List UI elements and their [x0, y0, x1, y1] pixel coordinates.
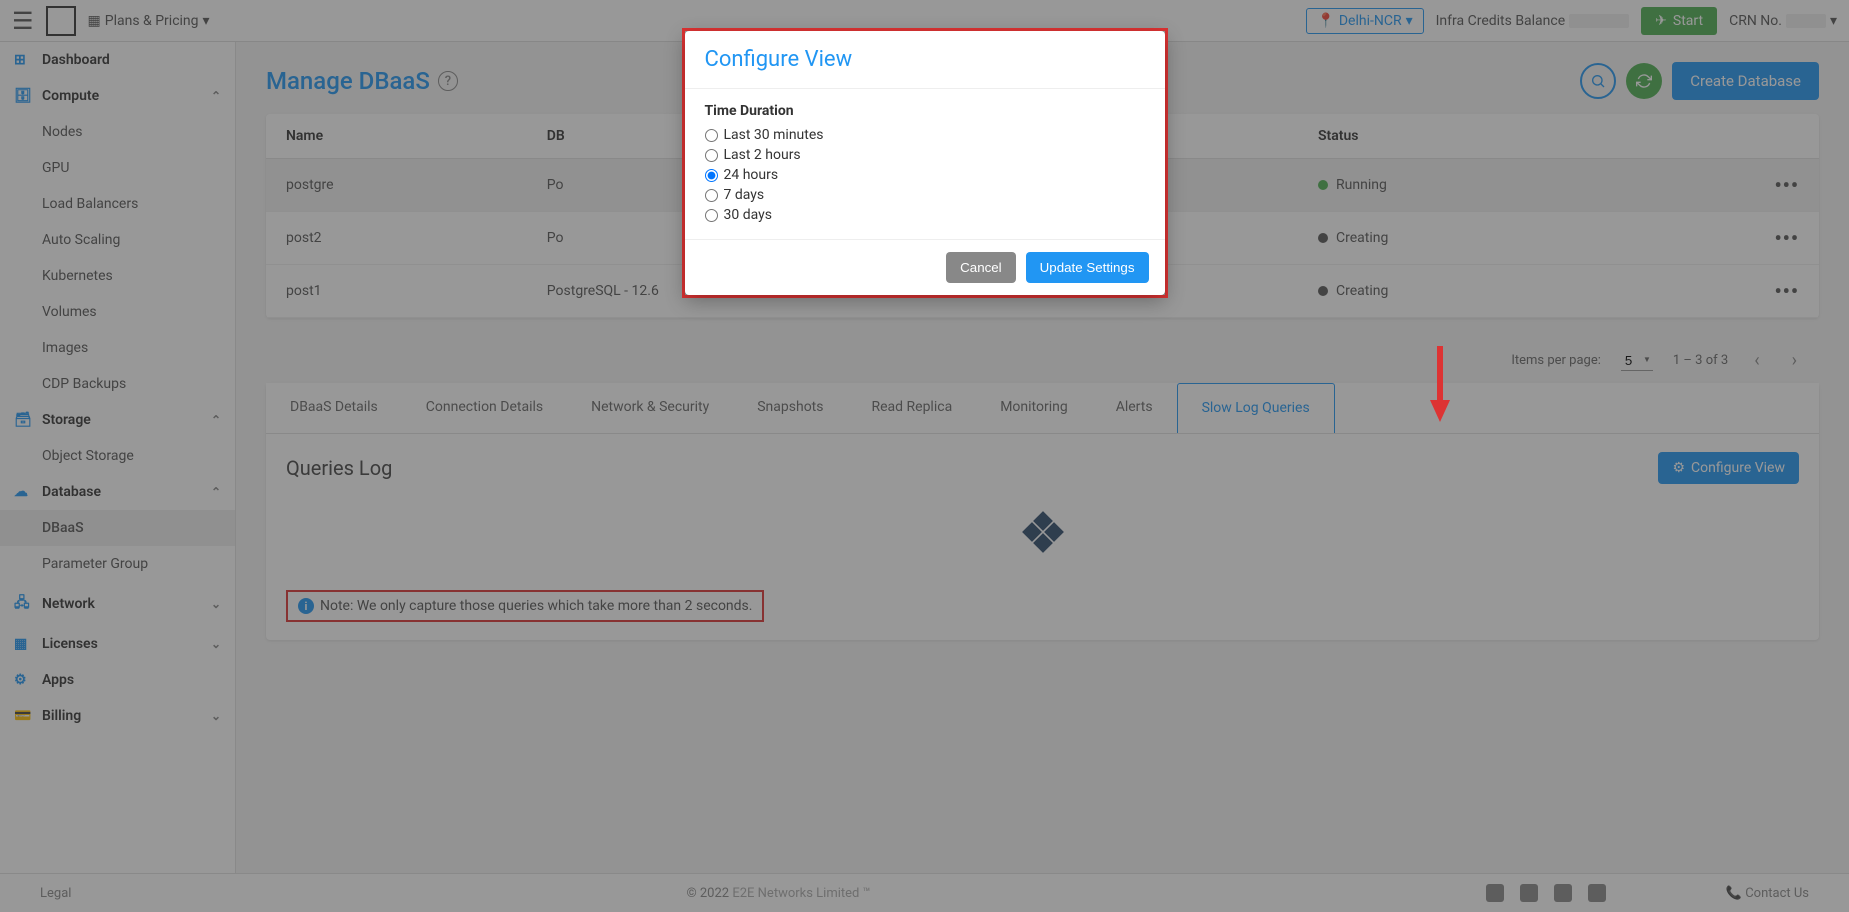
- radio-option-24hours[interactable]: 24 hours: [705, 165, 1145, 185]
- time-duration-label: Time Duration: [705, 103, 1145, 119]
- update-settings-button[interactable]: Update Settings: [1026, 252, 1149, 283]
- radio-option-7days[interactable]: 7 days: [705, 185, 1145, 205]
- modal-title: Configure View: [705, 47, 1145, 72]
- radio-option-30days[interactable]: 30 days: [705, 205, 1145, 225]
- radio-option-2hours[interactable]: Last 2 hours: [705, 145, 1145, 165]
- configure-view-modal: Configure View Time Duration Last 30 min…: [685, 31, 1165, 295]
- cancel-button[interactable]: Cancel: [946, 252, 1016, 283]
- modal-highlight-border: Configure View Time Duration Last 30 min…: [682, 28, 1168, 298]
- radio-option-30min[interactable]: Last 30 minutes: [705, 125, 1145, 145]
- annotation-arrow: [1428, 346, 1452, 422]
